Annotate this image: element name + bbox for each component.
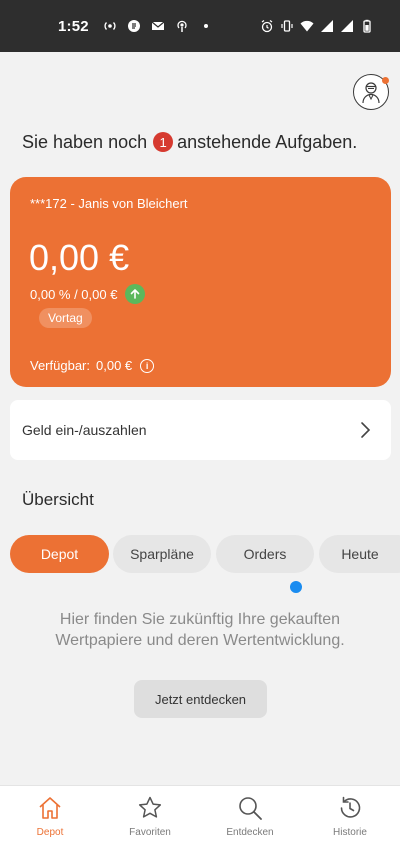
- status-right-icons: [260, 19, 374, 33]
- tab-depot[interactable]: Depot: [10, 535, 109, 573]
- notification-dot: [382, 77, 389, 84]
- signal-app-icon: [127, 19, 141, 33]
- nav-label: Depot: [36, 827, 64, 838]
- performance-value: 0,00 % / 0,00 €: [30, 286, 118, 302]
- chevron-right-icon: [359, 421, 371, 439]
- search-icon: [237, 795, 263, 821]
- info-icon[interactable]: i: [140, 358, 155, 373]
- profile-avatar-icon: [362, 82, 380, 104]
- nav-label: Historie: [333, 827, 367, 838]
- deposit-withdraw-row[interactable]: Geld ein-/auszahlen: [10, 400, 391, 460]
- empty-state-line-1: Hier finden Sie zukünftig Ihre gekauften: [59, 611, 341, 628]
- vibrate-icon: [280, 19, 294, 33]
- discover-button[interactable]: Jetzt entdecken: [134, 680, 267, 718]
- cell-signal-icon-2: [340, 19, 354, 33]
- cell-signal-icon: [320, 19, 334, 33]
- nav-depot[interactable]: Depot: [0, 786, 100, 845]
- tasks-suffix: anstehende Aufgaben.: [177, 131, 358, 152]
- battery-icon: [360, 19, 374, 33]
- radio-icon: [103, 19, 117, 33]
- empty-state-line-2: Wertpapiere und deren Wertentwicklung.: [55, 632, 345, 649]
- star-icon: [137, 795, 163, 821]
- deposit-withdraw-label: Geld ein-/auszahlen: [22, 422, 147, 438]
- tab-sparplaene[interactable]: Sparpläne: [113, 535, 211, 573]
- nav-entdecken[interactable]: Entdecken: [200, 786, 300, 845]
- account-name: ***172 - Janis von Bleichert: [30, 196, 188, 211]
- tasks-message[interactable]: Sie haben noch 1 anstehende Aufgaben.: [22, 130, 357, 154]
- available-value: 0,00 €: [96, 358, 133, 373]
- dot-icon: [199, 19, 213, 33]
- podcast-icon: [175, 19, 189, 33]
- account-balance: 0,00 €: [29, 237, 130, 278]
- status-bar: 1:52: [0, 0, 400, 52]
- period-chip[interactable]: Vortag: [39, 308, 92, 328]
- nav-favoriten[interactable]: Favoriten: [100, 786, 200, 845]
- tab-heute[interactable]: Heute: [319, 535, 400, 573]
- history-icon: [337, 795, 363, 821]
- empty-state-text: Hier finden Sie zukünftig Ihre gekauften…: [20, 609, 380, 651]
- wifi-icon: [300, 19, 314, 33]
- performance-line: 0,00 % / 0,00 €: [30, 284, 146, 304]
- alarm-icon: [260, 19, 274, 33]
- account-card[interactable]: ***172 - Janis von Bleichert 0,00 € 0,00…: [10, 177, 391, 387]
- tasks-prefix: Sie haben noch: [22, 131, 148, 152]
- overview-tabs: Depot Sparpläne Orders Heute: [0, 535, 400, 575]
- mail-icon: [151, 19, 165, 33]
- status-left-icons: [103, 19, 213, 33]
- profile-avatar-button[interactable]: [353, 74, 389, 110]
- nav-historie[interactable]: Historie: [300, 786, 400, 845]
- scroll-indicator-dot: [290, 581, 302, 593]
- arrow-up-icon: [125, 284, 146, 304]
- nav-label: Entdecken: [226, 827, 274, 838]
- status-time: 1:52: [58, 17, 89, 35]
- tasks-count-badge: 1: [153, 132, 174, 152]
- overview-title: Übersicht: [22, 490, 94, 509]
- tab-orders[interactable]: Orders: [216, 535, 314, 573]
- available-line: Verfügbar: 0,00 € i: [30, 358, 155, 373]
- bottom-navigation: Depot Favoriten Entdecken Historie: [0, 785, 400, 845]
- nav-label: Favoriten: [129, 827, 171, 838]
- gesture-area: [0, 845, 400, 866]
- available-label: Verfügbar:: [30, 358, 90, 373]
- home-icon: [37, 795, 63, 821]
